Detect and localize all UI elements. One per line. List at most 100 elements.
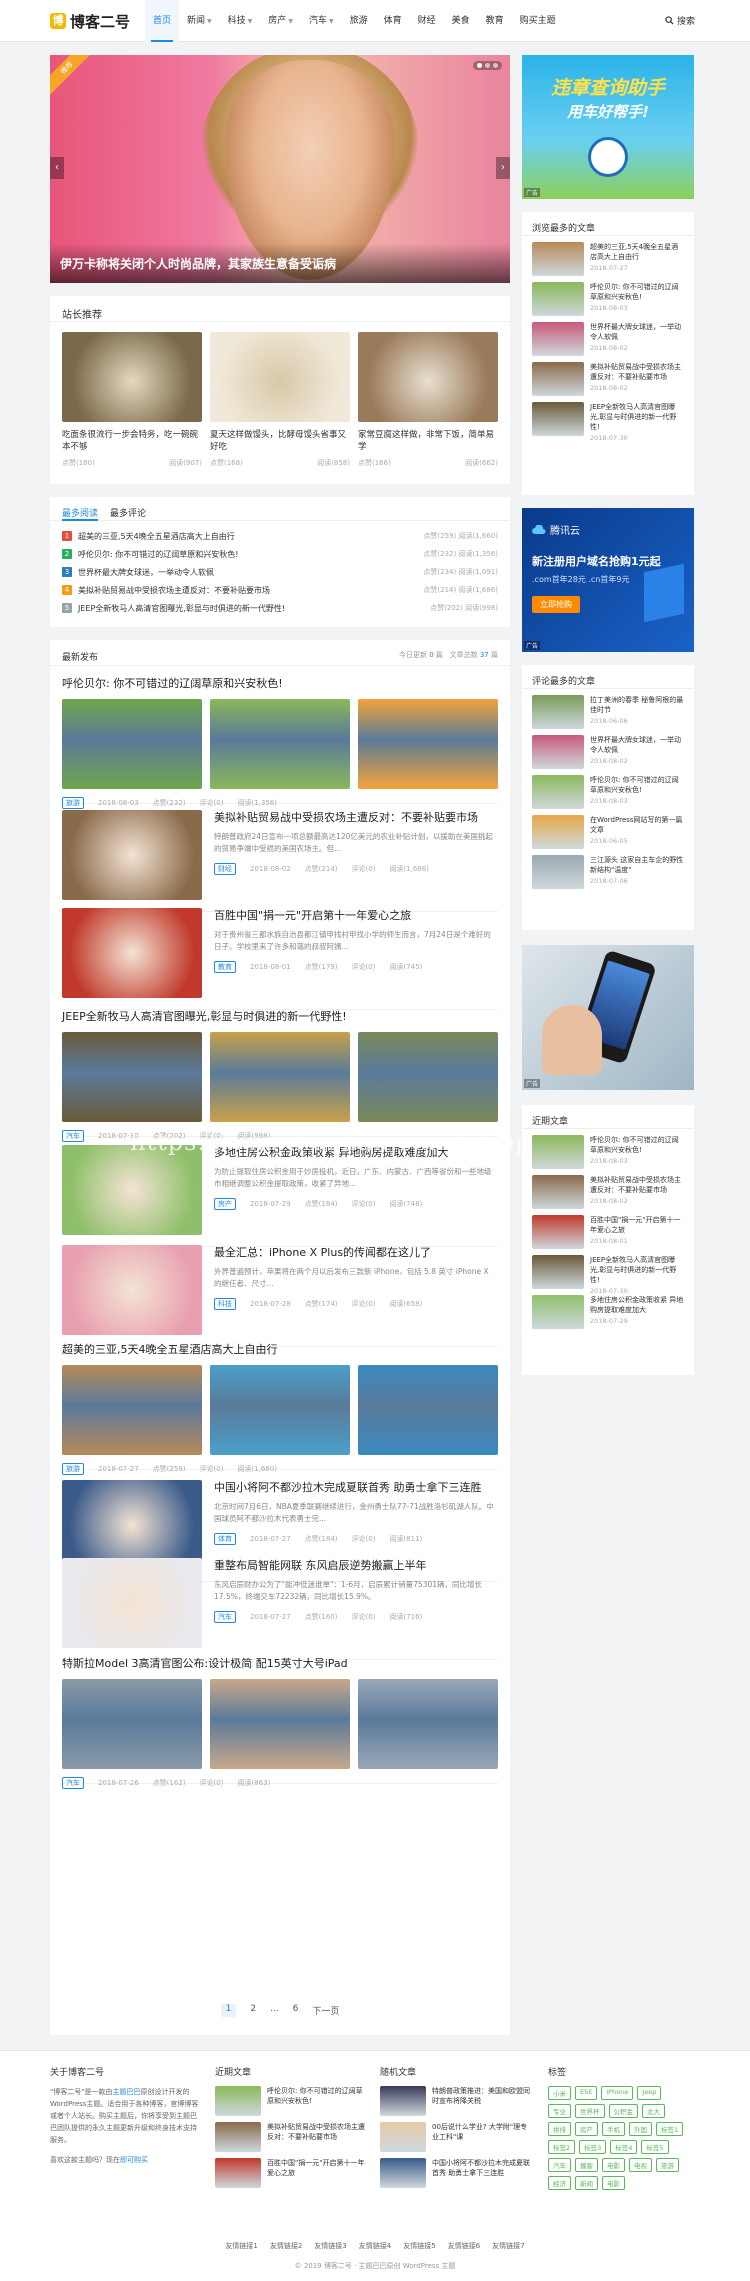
nav-item-3[interactable]: 房产 ▼ (260, 0, 301, 42)
footer-list-item[interactable]: 特朗普政策推进：美国和欧盟同时宣布将降关税 (380, 2086, 530, 2116)
footer-list-item[interactable]: 呼伦贝尔: 你不可错过的辽阔草原和兴安秋色! (215, 2086, 365, 2116)
tag-chip[interactable]: 电影 (602, 2176, 625, 2190)
side-list-item[interactable]: 世界杯最大牌女球迷，一举动令人软佩 2018-08-02 (532, 735, 684, 769)
side-item-title[interactable]: 呼伦贝尔: 你不可错过的辽阔草原和兴安秋色! (590, 282, 684, 302)
tag-chip[interactable]: 公积金 (608, 2104, 638, 2118)
side-item-title[interactable]: 超美的三亚,5天4晚全五星酒店高大上自由行 (590, 242, 684, 262)
post-thumbnail[interactable] (62, 908, 202, 998)
side-thumbnail[interactable] (532, 1215, 584, 1249)
post-image[interactable] (358, 1032, 498, 1122)
side-item-title[interactable]: 世界杯最大牌女球迷，一举动令人软佩 (590, 735, 684, 755)
recommend-card[interactable]: 夏天这样做馒头，比酵母馒头省事又好吃 点赞(168) 阅读(858) (210, 332, 350, 468)
post-image[interactable] (210, 699, 350, 789)
hero-slider[interactable]: 推荐 ‹ › 伊万卡称将关闭个人时尚品牌，其家族生意备受诟病 (50, 55, 510, 283)
recommend-item-title[interactable]: 吃面条很流行一步会特务，吃一碗碗本不够 (62, 429, 202, 453)
recommend-image[interactable] (62, 332, 202, 422)
tag-chip[interactable]: 手机 (602, 2122, 625, 2136)
tag-chip[interactable]: 标签1 (656, 2122, 684, 2136)
hot-item-title[interactable]: JEEP全新牧马人高清官图曝光,彰显与时俱进的新一代野性! (78, 603, 378, 614)
post-item[interactable]: 最全汇总：iPhone X Plus的传闻都在这儿了 外界普遍预计，苹果将在两个月… (62, 1245, 498, 1347)
side-thumbnail[interactable] (532, 362, 584, 396)
recommend-card[interactable]: 吃面条很流行一步会特务，吃一碗碗本不够 点赞(180) 阅读(907) (62, 332, 202, 468)
footer-item-title[interactable]: 00后说什么学业? 大学附"理专业工科"课 (432, 2122, 530, 2152)
post-thumbnail[interactable] (62, 810, 202, 900)
page-link-3[interactable]: 6 (293, 2004, 299, 2017)
side-item-title[interactable]: 美拟补贴贸易战中受损农场主遭反对：不要补贴要市场 (590, 362, 684, 382)
side-item-title[interactable]: 百胜中国"捐一元"开启第十一年爱心之旅 (590, 1215, 684, 1235)
tag-chip[interactable]: Jeep (637, 2086, 662, 2100)
post-image[interactable] (358, 1365, 498, 1455)
side-item-title[interactable]: 呼伦贝尔: 你不可错过的辽阔草原和兴安秋色! (590, 775, 684, 795)
side-item-title[interactable]: 美拟补贴贸易战中受损农场主遭反对：不要补贴要市场 (590, 1175, 684, 1195)
nav-item-9[interactable]: 教育 (478, 0, 512, 42)
tag-chip[interactable]: 汽车 (548, 2158, 571, 2172)
post-image[interactable] (62, 1032, 202, 1122)
slider-next-button[interactable]: › (496, 157, 510, 179)
buy-link[interactable]: 即可购买 (120, 2156, 148, 2164)
friend-link[interactable]: 友情链接2 (270, 2241, 302, 2251)
side-thumbnail[interactable] (532, 1135, 584, 1169)
nav-item-0[interactable]: 首页 (145, 0, 180, 42)
friend-link[interactable]: 友情链接6 (448, 2241, 480, 2251)
side-thumbnail[interactable] (532, 322, 584, 356)
search-button[interactable]: 搜索 (665, 14, 695, 27)
post-image[interactable] (210, 1032, 350, 1122)
about-link[interactable]: 主题巴巴 (112, 2088, 140, 2096)
footer-item-title[interactable]: 美拟补贴贸易战中受损农场主遭反对：不要补贴要市场 (267, 2122, 365, 2152)
tag-chip[interactable]: 播客 (575, 2158, 598, 2172)
footer-thumbnail[interactable] (380, 2122, 426, 2152)
hot-list-item[interactable]: 1 超美的三亚,5天4晚全五星酒店高大上自由行 点赞(259) 阅读(1,660) (62, 527, 498, 545)
recommend-card[interactable]: 家常豆腐这样做，非常下饭，简单易学 点赞(166) 阅读(662) (358, 332, 498, 468)
page-link-4[interactable]: 下一页 (312, 2004, 339, 2017)
side-thumbnail[interactable] (532, 1295, 584, 1329)
side-list-item[interactable]: 呼伦贝尔: 你不可错过的辽阔草原和兴安秋色! 2018-08-03 (532, 282, 684, 316)
post-title[interactable]: 中国小将阿不都沙拉木完成夏联首秀 助勇士拿下三连胜 (214, 1480, 498, 1495)
side-ad-traffic[interactable]: 违章查询助手 用车好帮手! 广告 (522, 55, 694, 199)
tag-chip[interactable]: 旅游 (656, 2158, 679, 2172)
footer-list-item[interactable]: 中国小将阿不都沙拉木完成夏联首秀 助勇士拿下三连胜 (380, 2158, 530, 2188)
footer-list-item[interactable]: 00后说什么学业? 大学附"理专业工科"课 (380, 2122, 530, 2152)
hot-item-title[interactable]: 超美的三亚,5天4晚全五星酒店高大上自由行 (78, 531, 378, 542)
nav-item-8[interactable]: 美食 (444, 0, 478, 42)
side-thumbnail[interactable] (532, 1255, 584, 1289)
post-thumbnail[interactable] (62, 1480, 202, 1570)
friend-link[interactable]: 友情链接7 (492, 2241, 524, 2251)
side-ad-cloud[interactable]: 腾讯云 新注册用户域名抢购1元起 .com首年28元 .cn首年9元 立即抢购 … (522, 508, 694, 652)
category-tag[interactable]: 财经 (214, 863, 236, 875)
post-item[interactable]: 呼伦贝尔: 你不可错过的辽阔草原和兴安秋色! 旅游 2018-08-03 点赞(232… (62, 676, 498, 809)
tag-chip[interactable]: 电影 (602, 2158, 625, 2172)
footer-list-item[interactable]: 美拟补贴贸易战中受损农场主遭反对：不要补贴要市场 (215, 2122, 365, 2152)
category-tag[interactable]: 汽车 (214, 1611, 236, 1623)
side-item-title[interactable]: 拉丁美洲的春季 秘鲁阿根的最佳时节 (590, 695, 684, 715)
hot-list-item[interactable]: 4 美拟补贴贸易战中受损农场主遭反对：不要补贴要市场 点赞(214) 阅读(1,68… (62, 581, 498, 599)
hot-list-item[interactable]: 5 JEEP全新牧马人高清官图曝光,彰显与时俱进的新一代野性! 点赞(202) 阅读… (62, 599, 498, 617)
side-thumbnail[interactable] (532, 402, 584, 436)
footer-list-item[interactable]: 百胜中国"捐一元"开启第十一年爱心之旅 (215, 2158, 365, 2188)
category-tag[interactable]: 科技 (214, 1298, 236, 1310)
tag-chip[interactable]: 小米 (548, 2086, 571, 2100)
nav-item-6[interactable]: 体育 (376, 0, 410, 42)
side-item-title[interactable]: JEEP全新牧马人高清官图曝光,彰显与时俱进的新一代野性! (590, 402, 684, 432)
footer-item-title[interactable]: 百胜中国"捐一元"开启第十一年爱心之旅 (267, 2158, 365, 2188)
side-list-item[interactable]: 三江源头 这家自主车企的野性新结构"温度" 2018-07-06 (532, 855, 684, 889)
tag-chip[interactable]: 北大 (642, 2104, 665, 2118)
tag-chip[interactable]: 房产 (575, 2122, 598, 2136)
tag-chip[interactable]: 世界杯 (575, 2104, 605, 2118)
post-item[interactable]: JEEP全新牧马人高清官图曝光,彰显与时俱进的新一代野性! 汽车 2018-07-3… (62, 1009, 498, 1142)
post-image[interactable] (210, 1365, 350, 1455)
post-title[interactable]: 重整布局智能网联 东风启辰逆势搬赢上半年 (214, 1558, 498, 1573)
category-tag[interactable]: 汽车 (62, 1130, 84, 1142)
page-link-0[interactable]: 1 (220, 2004, 237, 2017)
tag-chip[interactable]: 标签5 (641, 2140, 669, 2154)
side-item-title[interactable]: JEEP全新牧马人高清官图曝光,彰显与时俱进的新一代野性! (590, 1255, 684, 1285)
side-list-item[interactable]: 超美的三亚,5天4晚全五星酒店高大上自由行 2018-07-27 (532, 242, 684, 276)
side-list-item[interactable]: 拉丁美洲的春季 秘鲁阿根的最佳时节 2018-06-06 (532, 695, 684, 729)
recommend-image[interactable] (358, 332, 498, 422)
footer-item-title[interactable]: 呼伦贝尔: 你不可错过的辽阔草原和兴安秋色! (267, 2086, 365, 2116)
footer-item-title[interactable]: 特朗普政策推进：美国和欧盟同时宣布将降关税 (432, 2086, 530, 2116)
footer-thumbnail[interactable] (215, 2122, 261, 2152)
post-image[interactable] (210, 1679, 350, 1769)
side-list-item[interactable]: 美拟补贴贸易战中受损农场主遭反对：不要补贴要市场 2018-08-02 (532, 362, 684, 396)
tag-chip[interactable]: 标签2 (548, 2140, 576, 2154)
hot-list-item[interactable]: 3 世界杯最大牌女球迷，一举动令人软佩 点赞(234) 阅读(1,091) (62, 563, 498, 581)
